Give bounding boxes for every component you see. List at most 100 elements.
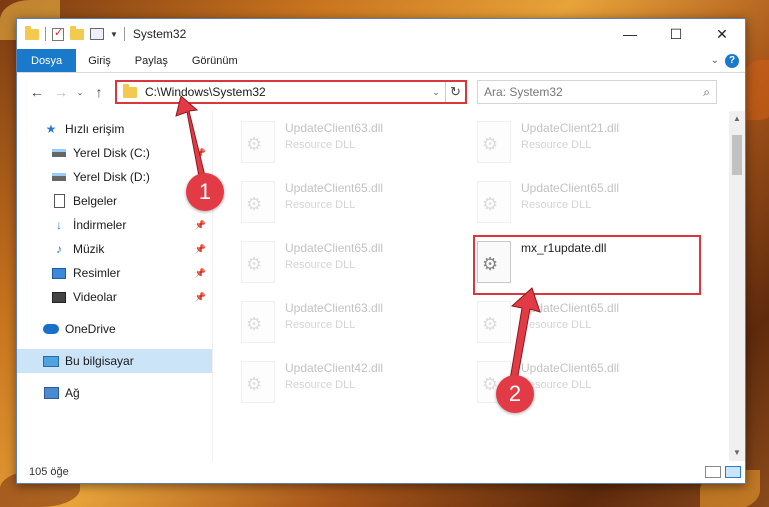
sidebar-item-label: Yerel Disk (C:) [73, 146, 150, 160]
tab-file[interactable]: Dosya [17, 49, 77, 72]
sidebar-item-this-pc[interactable]: Bu bilgisayar [17, 349, 212, 373]
address-dropdown-icon[interactable]: ⌄ [427, 87, 445, 98]
file-name: UpdateClient42.dll [285, 361, 384, 375]
pin-icon: 📌 [194, 147, 206, 158]
vertical-scrollbar[interactable]: ▲ ▼ [729, 111, 745, 461]
search-box[interactable]: Ara: System32 ⌕ [477, 80, 717, 104]
sidebar-item-videos[interactable]: Videolar 📌 [17, 285, 212, 309]
file-item[interactable]: UpdateClient65.dll Resource DLL [241, 179, 471, 231]
toolbar-separator [45, 27, 46, 41]
tab-view[interactable]: Görünüm [180, 49, 250, 72]
sidebar-item-label: Ağ [65, 386, 80, 400]
large-icons-view-icon[interactable] [725, 466, 741, 478]
pin-icon: 📌 [194, 291, 206, 302]
file-name: UpdateClient65.dll [521, 181, 620, 195]
computer-icon [43, 354, 59, 368]
scroll-down-icon[interactable]: ▼ [729, 445, 745, 461]
search-icon[interactable]: ⌕ [703, 85, 710, 100]
file-item[interactable]: UpdateClient65.dll Resource DLL [477, 299, 707, 351]
ribbon-right: ⌄ ? [711, 49, 745, 72]
sidebar-item-label: Videolar [73, 290, 117, 304]
file-item[interactable]: UpdateClient65.dll Resource DLL [241, 239, 471, 291]
sidebar-item-label: Resimler [73, 266, 121, 280]
sidebar-item-network[interactable]: Ağ [17, 381, 212, 405]
tab-home[interactable]: Giriş [76, 49, 123, 72]
file-name: UpdateClient65.dll [285, 181, 384, 195]
file-item[interactable]: UpdateClient65.dll Resource DLL [477, 179, 707, 231]
sidebar-item-label: Hızlı erişim [65, 122, 125, 136]
dll-file-icon [477, 181, 511, 223]
annotation-badge-2: 2 [496, 375, 534, 413]
sidebar-item-pictures[interactable]: Resimler 📌 [17, 261, 212, 285]
file-type: Resource DLL [285, 139, 356, 151]
title-bar: ▼ System32 — ☐ ✕ [17, 19, 745, 49]
file-type: Resource DLL [285, 319, 356, 331]
file-item[interactable]: UpdateClient42.dll Resource DLL [241, 359, 471, 411]
file-name: UpdateClient63.dll [285, 121, 384, 135]
sidebar-item-label: Belgeler [73, 194, 118, 208]
sidebar-item-local-disk-d[interactable]: Yerel Disk (D:) [17, 165, 212, 189]
properties-check-icon[interactable] [52, 26, 64, 41]
dll-file-icon [241, 241, 275, 283]
file-type: Resource DLL [285, 379, 356, 391]
properties-icon[interactable] [90, 28, 104, 40]
pin-icon: 📌 [194, 219, 206, 230]
dll-file-icon [241, 361, 275, 403]
toolbar-separator [123, 27, 125, 41]
item-count: 105 öğe [29, 466, 69, 478]
download-icon: ↓ [56, 218, 62, 232]
tab-share[interactable]: Paylaş [123, 49, 180, 72]
music-icon: ♪ [56, 242, 62, 256]
file-name: UpdateClient65.dll [285, 241, 384, 255]
details-view-icon[interactable] [705, 466, 721, 478]
sidebar-item-local-disk-c[interactable]: Yerel Disk (C:) 📌 [17, 141, 212, 165]
file-type: Resource DLL [521, 199, 592, 211]
network-icon [43, 386, 59, 400]
file-item[interactable]: UpdateClient21.dll Resource DLL [477, 119, 707, 171]
up-button[interactable]: ↑ [87, 84, 111, 100]
navigation-pane: ★ Hızlı erişim Yerel Disk (C:) 📌 Yerel D… [17, 111, 213, 461]
sidebar-item-documents[interactable]: Belgeler [17, 189, 212, 213]
sidebar-item-label: Yerel Disk (D:) [73, 170, 150, 184]
folder-icon [25, 25, 39, 40]
view-buttons [705, 466, 745, 478]
file-item[interactable]: UpdateClient63.dll Resource DLL [241, 119, 471, 171]
new-folder-icon[interactable] [70, 25, 84, 40]
sidebar-item-label: Bu bilgisayar [65, 354, 134, 368]
address-bar[interactable]: C:\Windows\System32 ⌄ ↻ [115, 80, 467, 104]
expand-ribbon-chevron-icon[interactable]: ⌄ [711, 55, 719, 66]
scroll-up-icon[interactable]: ▲ [729, 111, 745, 127]
minimize-button[interactable]: — [607, 19, 653, 49]
drive-icon [51, 146, 67, 160]
scrollbar-thumb[interactable] [732, 135, 742, 175]
sidebar-item-onedrive[interactable]: OneDrive [17, 317, 212, 341]
customize-toolbar-caret-icon[interactable]: ▼ [110, 30, 118, 39]
pictures-icon [51, 266, 67, 280]
maximize-button[interactable]: ☐ [653, 19, 699, 49]
cloud-icon [43, 322, 59, 336]
dll-file-icon [241, 181, 275, 223]
sidebar-item-downloads[interactable]: ↓ İndirmeler 📌 [17, 213, 212, 237]
dll-file-icon [477, 301, 511, 343]
folder-icon [123, 83, 137, 98]
file-item[interactable]: UpdateClient63.dll Resource DLL [241, 299, 471, 351]
help-icon[interactable]: ? [725, 53, 739, 68]
ribbon-tabs: Dosya Giriş Paylaş Görünüm ⌄ ? [17, 49, 745, 73]
navigation-bar: ← → ⌄ ↑ C:\Windows\System32 ⌄ ↻ Ara: Sys… [17, 73, 745, 111]
file-type: Resource DLL [285, 199, 356, 211]
sidebar-item-quick-access[interactable]: ★ Hızlı erişim [17, 117, 212, 141]
search-input[interactable]: Ara: System32 [484, 85, 703, 99]
forward-button[interactable]: → [49, 84, 73, 100]
refresh-icon[interactable]: ↻ [445, 82, 465, 102]
dll-file-icon [241, 301, 275, 343]
close-button[interactable]: ✕ [699, 19, 745, 49]
recent-locations-button[interactable]: ⌄ [73, 88, 87, 97]
file-type: Resource DLL [521, 379, 592, 391]
back-button[interactable]: ← [25, 84, 49, 100]
address-path[interactable]: C:\Windows\System32 [145, 85, 427, 99]
file-type: Resource DLL [521, 319, 592, 331]
dll-file-icon [241, 121, 275, 163]
sidebar-item-music[interactable]: ♪ Müzik 📌 [17, 237, 212, 261]
pin-icon: 📌 [194, 267, 206, 278]
file-name: UpdateClient65.dll [521, 361, 620, 375]
